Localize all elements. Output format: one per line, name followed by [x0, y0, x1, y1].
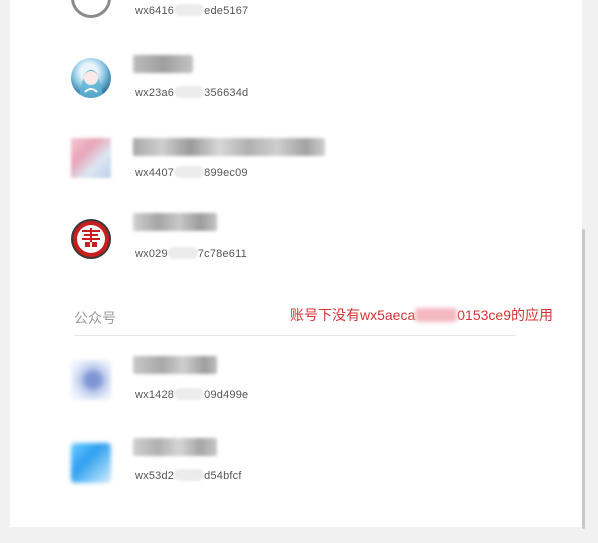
section-title-official-accounts: 公众号 — [74, 310, 116, 326]
redaction-mask — [174, 4, 205, 16]
avatar — [71, 443, 111, 483]
redaction-mask — [167, 247, 198, 259]
account-name-redacted — [133, 55, 193, 73]
app-id: wx1428 09d499e — [135, 388, 249, 401]
avatar — [71, 0, 111, 18]
account-name-redacted — [133, 138, 325, 156]
redaction-mask — [174, 86, 205, 98]
redaction-mask — [174, 166, 205, 178]
app-id: wx23a6 356634d — [135, 86, 249, 99]
app-id: wx029 7c78e611 — [135, 247, 247, 260]
account-name-redacted — [133, 213, 217, 231]
app-id: wx53d2 d54bfcf — [135, 469, 242, 482]
account-name-redacted — [133, 438, 217, 456]
redaction-mask — [415, 308, 458, 322]
double-happiness-icon — [77, 225, 105, 253]
app-id: wx4407 899ec09 — [135, 166, 248, 179]
avatar — [71, 360, 111, 400]
redaction-mask — [174, 388, 205, 400]
section-divider — [74, 335, 516, 336]
list-item[interactable]: wx1428 09d499e — [10, 354, 582, 414]
no-app-warning: 账号下没有wx5aeca 0153ce9的应用 — [290, 307, 553, 323]
app-id: wx6416 ede5167 — [135, 4, 249, 17]
avatar — [71, 138, 111, 178]
list-item[interactable]: wx23a6 356634d — [10, 50, 582, 110]
character-illustration-icon — [79, 70, 103, 98]
list-item[interactable]: wx4407 899ec09 — [10, 132, 582, 192]
avatar — [71, 219, 111, 259]
account-list-panel: wx6416 ede5167 wx23a6 356634d wx4407 899ec0… — [10, 0, 582, 527]
vertical-scrollbar[interactable] — [582, 229, 585, 529]
redaction-mask — [174, 469, 205, 481]
account-name-redacted — [133, 356, 217, 374]
list-item[interactable]: wx53d2 d54bfcf — [10, 435, 582, 495]
list-item[interactable]: wx029 7c78e611 — [10, 213, 582, 273]
list-item[interactable]: wx6416 ede5167 — [10, 0, 582, 30]
avatar — [71, 58, 111, 98]
